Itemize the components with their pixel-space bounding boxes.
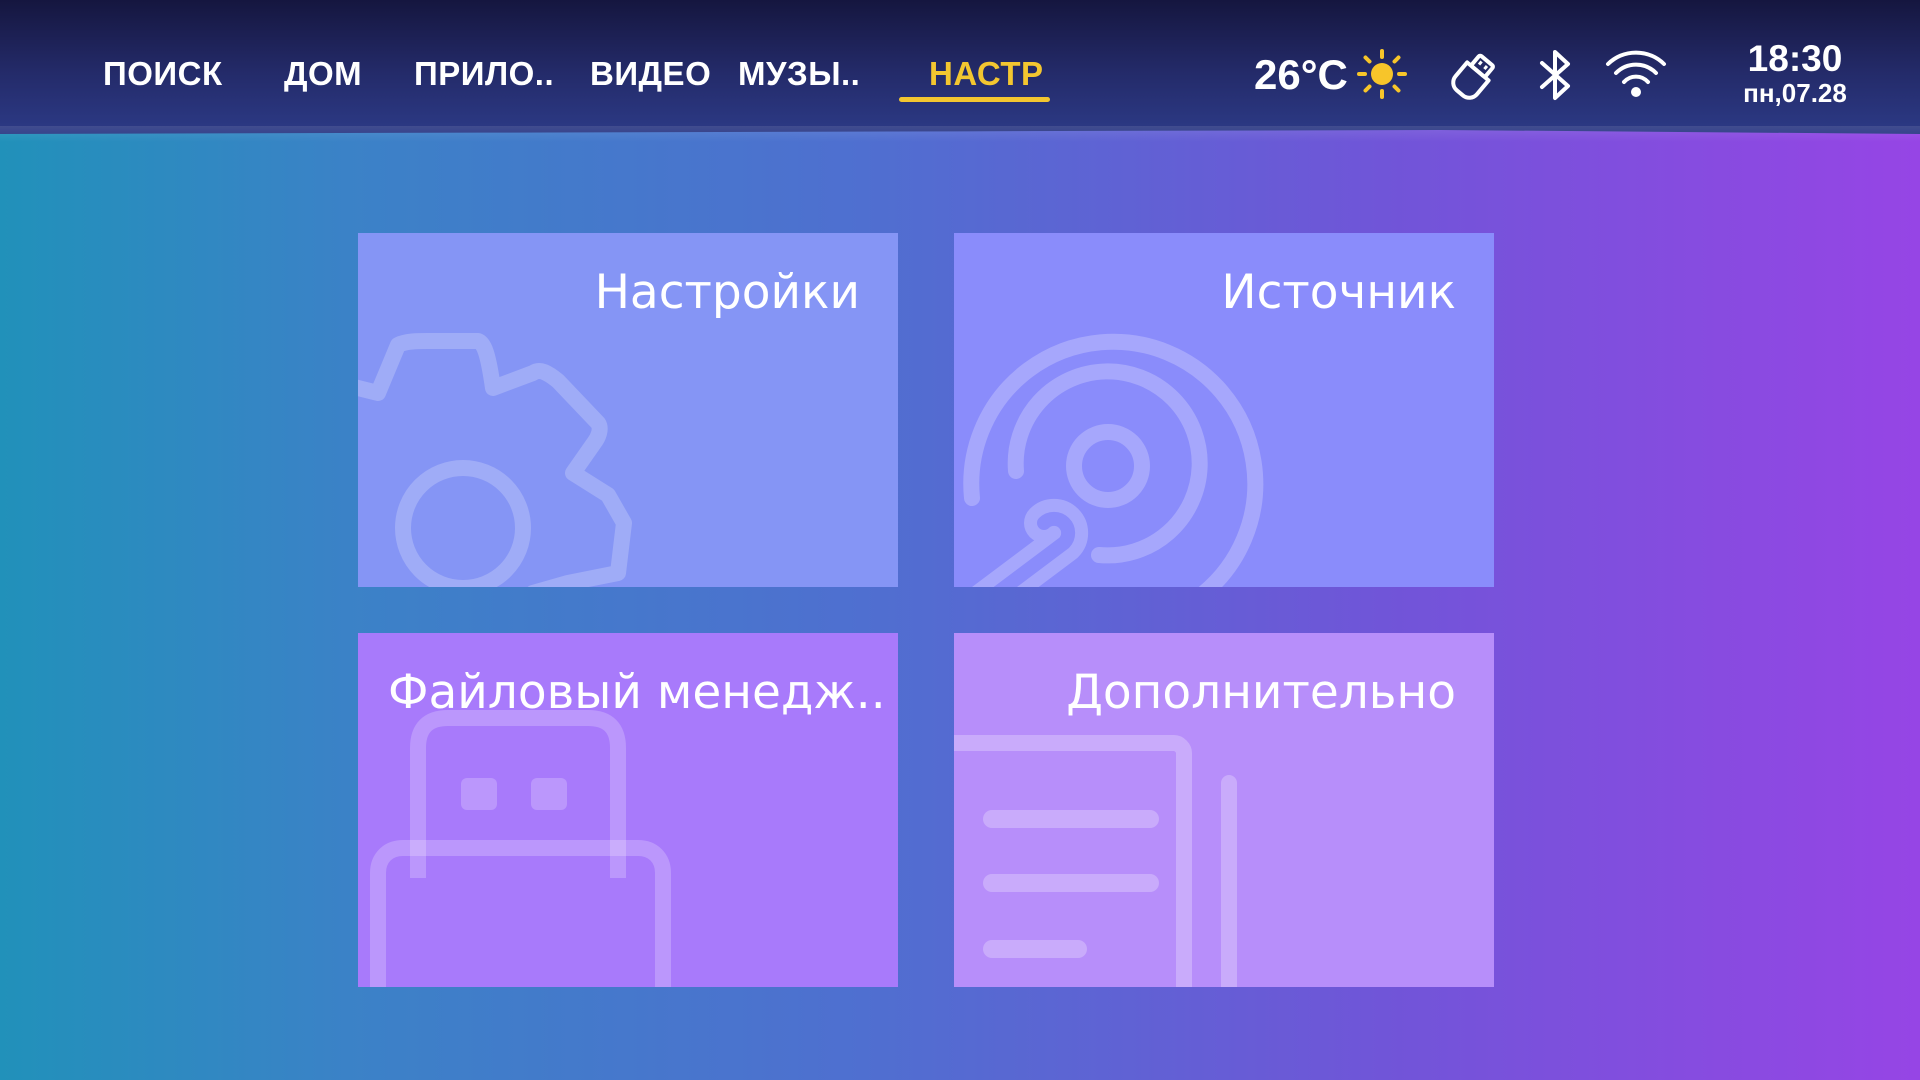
usb-drive-icon[interactable] — [1446, 48, 1502, 104]
tile-file-manager[interactable]: Файловый менедж.. — [358, 633, 898, 987]
tile-more-label: Дополнительно — [1066, 665, 1456, 720]
bluetooth-icon[interactable] — [1532, 46, 1580, 104]
nav-tab-apps[interactable]: ПРИЛО.. — [414, 52, 554, 96]
wifi-icon[interactable] — [1604, 46, 1668, 102]
nav-tab-search[interactable]: ПОИСК — [103, 52, 223, 96]
nav-tab-video[interactable]: ВИДЕО — [590, 52, 711, 96]
sun-icon — [1357, 49, 1407, 99]
tile-file-manager-label: Файловый менедж.. — [388, 665, 886, 720]
tile-source[interactable]: Источник — [954, 233, 1494, 587]
clock-time: 18:30 — [1747, 38, 1843, 79]
tile-more[interactable]: Дополнительно — [954, 633, 1494, 987]
tile-settings-label: Настройки — [594, 265, 860, 320]
nav-tab-home[interactable]: ДОМ — [284, 52, 362, 96]
nav-tab-settings[interactable]: НАСТР — [899, 52, 1050, 102]
temperature-readout: 26°C — [1254, 51, 1348, 98]
tile-source-label: Источник — [1221, 265, 1456, 320]
nav-tab-music[interactable]: МУЗЫ.. — [738, 52, 860, 96]
tile-settings[interactable]: Настройки — [358, 233, 898, 587]
clock-date: пн,07.28 — [1743, 78, 1847, 108]
